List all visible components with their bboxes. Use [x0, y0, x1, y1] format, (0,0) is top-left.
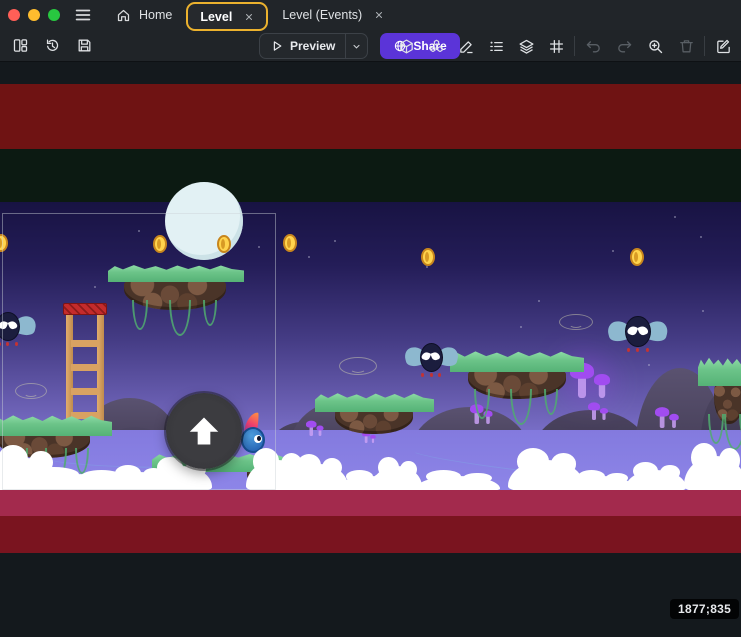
bat-claw — [627, 348, 630, 352]
bat-head — [625, 316, 651, 347]
backdrop-dark-band — [0, 149, 741, 202]
star — [702, 310, 704, 312]
bottom-red-band — [0, 516, 741, 553]
toolbar-left-group — [8, 34, 96, 58]
save-button[interactable] — [72, 34, 96, 58]
bat-claw — [438, 373, 441, 377]
hanging-vine — [474, 389, 490, 419]
objects-3d-button[interactable] — [394, 34, 418, 58]
tab-label: Level (Events) — [282, 8, 362, 22]
undo-button — [581, 34, 605, 58]
ellipse-outline-object[interactable] — [339, 357, 377, 375]
platform-island[interactable] — [450, 350, 584, 441]
window-minimize-button[interactable] — [28, 9, 40, 21]
toolbar-right-group — [394, 34, 735, 58]
bat-claw — [421, 373, 424, 377]
hanging-vine — [708, 414, 724, 444]
layers-button[interactable] — [514, 34, 538, 58]
play-icon — [270, 39, 284, 53]
star — [674, 216, 676, 218]
hanging-vine — [510, 389, 532, 425]
star — [308, 256, 310, 258]
mushroom-cap — [588, 402, 600, 410]
redo-button — [612, 34, 636, 58]
bat-enemy[interactable] — [406, 343, 456, 375]
bat-head — [420, 343, 443, 372]
bat-enemy[interactable] — [610, 316, 666, 350]
top-red-band — [0, 84, 741, 149]
panel-layout-button[interactable] — [8, 34, 32, 58]
cursor-coordinates-badge: 1877;835 — [670, 599, 739, 619]
star — [612, 250, 614, 252]
ellipse-outline-object[interactable] — [559, 314, 593, 330]
coin[interactable] — [630, 248, 644, 266]
jump-button[interactable] — [166, 393, 242, 469]
preview-button-label: Preview — [290, 39, 335, 53]
mushroom-cap — [594, 374, 610, 385]
cloud — [416, 476, 500, 491]
mushroom-cap — [600, 408, 608, 414]
home-icon — [116, 8, 131, 23]
tab-level-events[interactable]: Level (Events) — [270, 1, 396, 29]
window-close-button[interactable] — [8, 9, 20, 21]
trash-button — [674, 34, 698, 58]
platform-grass — [315, 392, 434, 412]
bat-claw — [430, 373, 433, 377]
coin[interactable] — [421, 248, 435, 266]
star — [520, 326, 522, 328]
tab-label: Level — [200, 10, 232, 24]
toolbar-divider — [704, 36, 705, 56]
tab-close-level-events[interactable] — [374, 10, 384, 20]
bat-eye — [421, 351, 431, 361]
cloud — [570, 476, 634, 491]
window-controls — [8, 9, 60, 21]
tab-label: Home — [139, 8, 172, 22]
star — [334, 240, 336, 242]
bat-eye — [638, 324, 649, 335]
toolbar-divider — [574, 36, 575, 56]
scene-properties-button[interactable] — [711, 34, 735, 58]
window-zoom-button[interactable] — [48, 9, 60, 21]
purple-mushroom — [655, 405, 680, 428]
purple-mushroom — [588, 401, 609, 420]
bat-eye — [627, 324, 638, 335]
bat-eye — [431, 351, 441, 361]
tab-level[interactable]: Level — [186, 2, 268, 31]
star — [700, 236, 702, 238]
main-menu-button[interactable] — [72, 4, 94, 26]
preview-button[interactable]: Preview — [259, 33, 368, 59]
coin[interactable] — [283, 234, 297, 252]
star — [426, 266, 428, 268]
zoom-in-button[interactable] — [643, 34, 667, 58]
bottom-pink-band — [0, 490, 741, 516]
titlebar: Home Level Level (Events) — [0, 0, 741, 30]
tab-close-level[interactable] — [244, 12, 254, 22]
mushroom-cap — [669, 414, 679, 421]
edit-pencil-button[interactable] — [454, 34, 478, 58]
cloud — [684, 456, 741, 491]
history-button[interactable] — [40, 34, 64, 58]
cloud — [626, 470, 686, 491]
platform-grass — [450, 350, 584, 372]
grid-button[interactable] — [544, 34, 568, 58]
mushroom-cap — [655, 407, 669, 417]
instances-list-button[interactable] — [484, 34, 508, 58]
bat-claw — [0, 342, 1, 346]
star — [538, 300, 540, 302]
cloud — [372, 466, 422, 491]
star — [648, 364, 650, 366]
editor-toolbar: Preview Share — [0, 30, 741, 62]
tab-strip: Home Level Level (Events) — [104, 0, 396, 30]
preview-options-button[interactable] — [345, 34, 367, 58]
bat-claw — [646, 348, 649, 352]
scene-editor-canvas[interactable]: 1877;835 — [0, 62, 741, 637]
tab-home[interactable]: Home — [104, 1, 184, 29]
platform-grass — [698, 356, 741, 386]
object-groups-button[interactable] — [424, 34, 448, 58]
hanging-vine — [544, 389, 558, 415]
